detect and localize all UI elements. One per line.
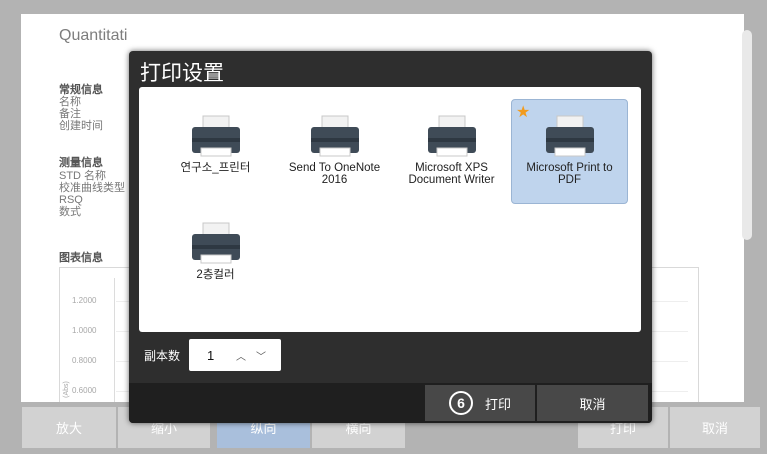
chart-section-title: 图表信息 xyxy=(59,252,103,264)
copies-input[interactable]: 1 xyxy=(207,348,231,363)
printer-item[interactable]: Send To OneNote 2016 xyxy=(276,99,393,204)
printer-icon xyxy=(545,115,594,157)
printer-icon xyxy=(191,222,240,264)
field-rsq: RSQ xyxy=(59,194,83,206)
printer-label: 2층컬러 xyxy=(196,269,235,281)
field-curve-type: 校准曲线类型 xyxy=(59,182,125,194)
printer-icon xyxy=(310,115,359,157)
field-std-name: STD 名称 xyxy=(59,170,107,182)
dialog-cancel-button[interactable]: 取消 xyxy=(537,385,648,421)
field-name: 名称 xyxy=(59,96,81,108)
copies-stepper[interactable]: 1 ︿ ﹀ xyxy=(189,339,281,371)
zoom-in-button[interactable]: 放大 xyxy=(22,407,116,448)
report-scrollbar[interactable] xyxy=(742,30,752,240)
y-tick-label: 1.2000 xyxy=(72,296,97,305)
printer-list: 연구소_프린터 Send To OneNote 2016 Microsoft X… xyxy=(139,87,641,332)
default-star-icon: ★ xyxy=(516,104,531,121)
printer-label: 연구소_프린터 xyxy=(180,162,251,174)
printer-label: Send To OneNote 2016 xyxy=(288,162,381,186)
printer-icon xyxy=(427,115,476,157)
field-created-time: 创建时间 xyxy=(59,120,103,132)
dialog-title: 打印设置 xyxy=(140,62,224,85)
printer-item[interactable]: 2층컬러 xyxy=(157,206,274,311)
print-button-label: 打印 xyxy=(484,396,511,412)
general-section-title: 常规信息 xyxy=(59,84,103,96)
toolbar-cancel-button[interactable]: 取消 xyxy=(670,407,760,448)
y-tick-label: 0.8000 xyxy=(72,356,97,365)
printer-label: Microsoft Print to PDF xyxy=(526,162,613,186)
measure-section-title: 测量信息 xyxy=(59,157,103,169)
chevron-up-icon[interactable]: ︿ xyxy=(231,348,251,363)
chevron-down-icon[interactable]: ﹀ xyxy=(251,348,271,363)
y-tick-label: 1.0000 xyxy=(72,326,97,335)
printer-icon xyxy=(191,115,240,157)
printer-label: Microsoft XPS Document Writer xyxy=(408,162,495,186)
print-settings-dialog: 打印设置 연구소_프린터 Send To OneNote 2016 Micros… xyxy=(129,51,652,423)
chart-y-axis xyxy=(114,278,115,402)
printer-item[interactable]: 연구소_프린터 xyxy=(157,99,274,204)
report-title: Quantitati xyxy=(59,27,128,44)
y-tick-label: 0.6000 xyxy=(72,386,97,395)
y-axis-label: (Abs) xyxy=(62,381,70,398)
copies-label: 副本数 xyxy=(144,349,181,363)
field-formula: 数式 xyxy=(59,206,81,218)
printer-item-selected[interactable]: ★ Microsoft Print to PDF xyxy=(511,99,628,204)
field-remark: 备注 xyxy=(59,108,81,120)
step-number-badge: 6 xyxy=(448,391,473,415)
dialog-print-button[interactable]: 6 打印 xyxy=(425,385,535,421)
printer-item[interactable]: Microsoft XPS Document Writer xyxy=(393,99,510,204)
